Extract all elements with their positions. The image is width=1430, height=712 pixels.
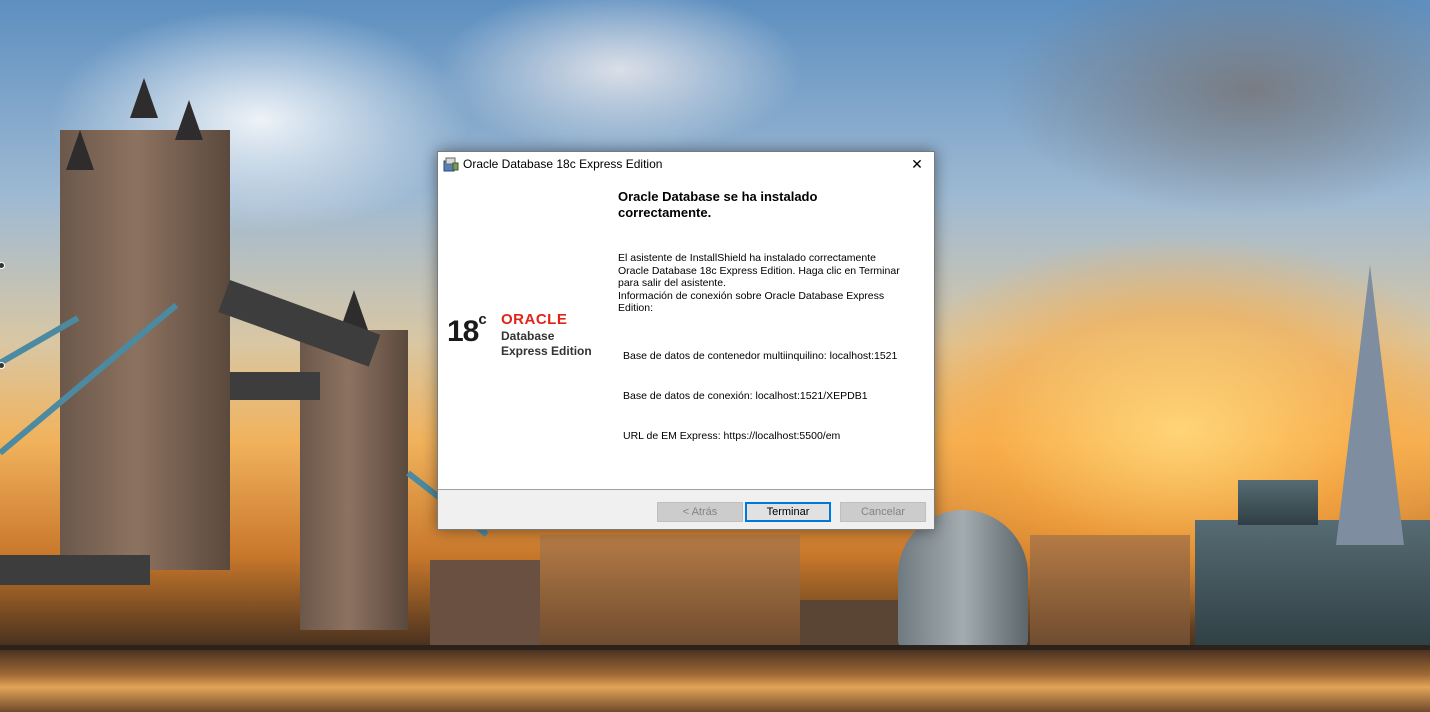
bridge-tower-left bbox=[60, 130, 230, 570]
installer-window: Oracle Database 18c Express Edition ✕ 18… bbox=[437, 151, 935, 530]
building bbox=[1238, 480, 1318, 525]
success-heading: Oracle Database se ha instalado correcta… bbox=[618, 189, 818, 220]
bridge-deck bbox=[230, 372, 320, 400]
bridge-spire bbox=[175, 100, 203, 140]
back-button[interactable]: < Atrás bbox=[657, 502, 743, 522]
bridge-spire bbox=[130, 78, 158, 118]
desktop-dot bbox=[0, 262, 5, 269]
bridge-deck bbox=[0, 555, 150, 585]
install-message: El asistente de InstallShield ha instala… bbox=[618, 252, 900, 289]
city-hall-dome bbox=[898, 510, 1028, 650]
close-icon: ✕ bbox=[911, 156, 923, 172]
em-express-url: URL de EM Express: https://localhost:550… bbox=[623, 430, 841, 442]
window-title: Oracle Database 18c Express Edition bbox=[463, 157, 663, 171]
building bbox=[430, 560, 540, 650]
bridge-spire bbox=[66, 130, 94, 170]
close-button[interactable]: ✕ bbox=[900, 152, 934, 177]
description-text: El asistente de InstallShield ha instala… bbox=[618, 252, 908, 315]
building bbox=[1030, 535, 1190, 650]
logo-version: 18c bbox=[447, 311, 487, 348]
logo-line1: Database bbox=[501, 329, 555, 343]
cancel-button[interactable]: Cancelar bbox=[840, 502, 926, 522]
building bbox=[800, 600, 900, 650]
logo-brand: ORACLE bbox=[501, 311, 568, 328]
connection-info-label: Información de conexión sobre Oracle Dat… bbox=[618, 289, 885, 315]
dialog-content: 18c ORACLE Database Express Edition Orac… bbox=[438, 177, 934, 489]
cdb-connection: Base de datos de contenedor multiinquili… bbox=[623, 350, 898, 362]
pdb-connection: Base de datos de conexión: localhost:152… bbox=[623, 390, 868, 402]
oracle-18c-logo: 18c ORACLE Database Express Edition bbox=[447, 309, 607, 379]
installer-icon bbox=[443, 156, 459, 172]
footer-divider bbox=[438, 489, 934, 490]
building bbox=[540, 535, 800, 650]
finish-button[interactable]: Terminar bbox=[745, 502, 831, 522]
river bbox=[0, 650, 1430, 712]
title-bar[interactable]: Oracle Database 18c Express Edition ✕ bbox=[438, 152, 934, 177]
desktop-dot bbox=[0, 362, 5, 369]
logo-line2: Express Edition bbox=[501, 344, 592, 358]
shard-skyscraper bbox=[1336, 265, 1404, 545]
